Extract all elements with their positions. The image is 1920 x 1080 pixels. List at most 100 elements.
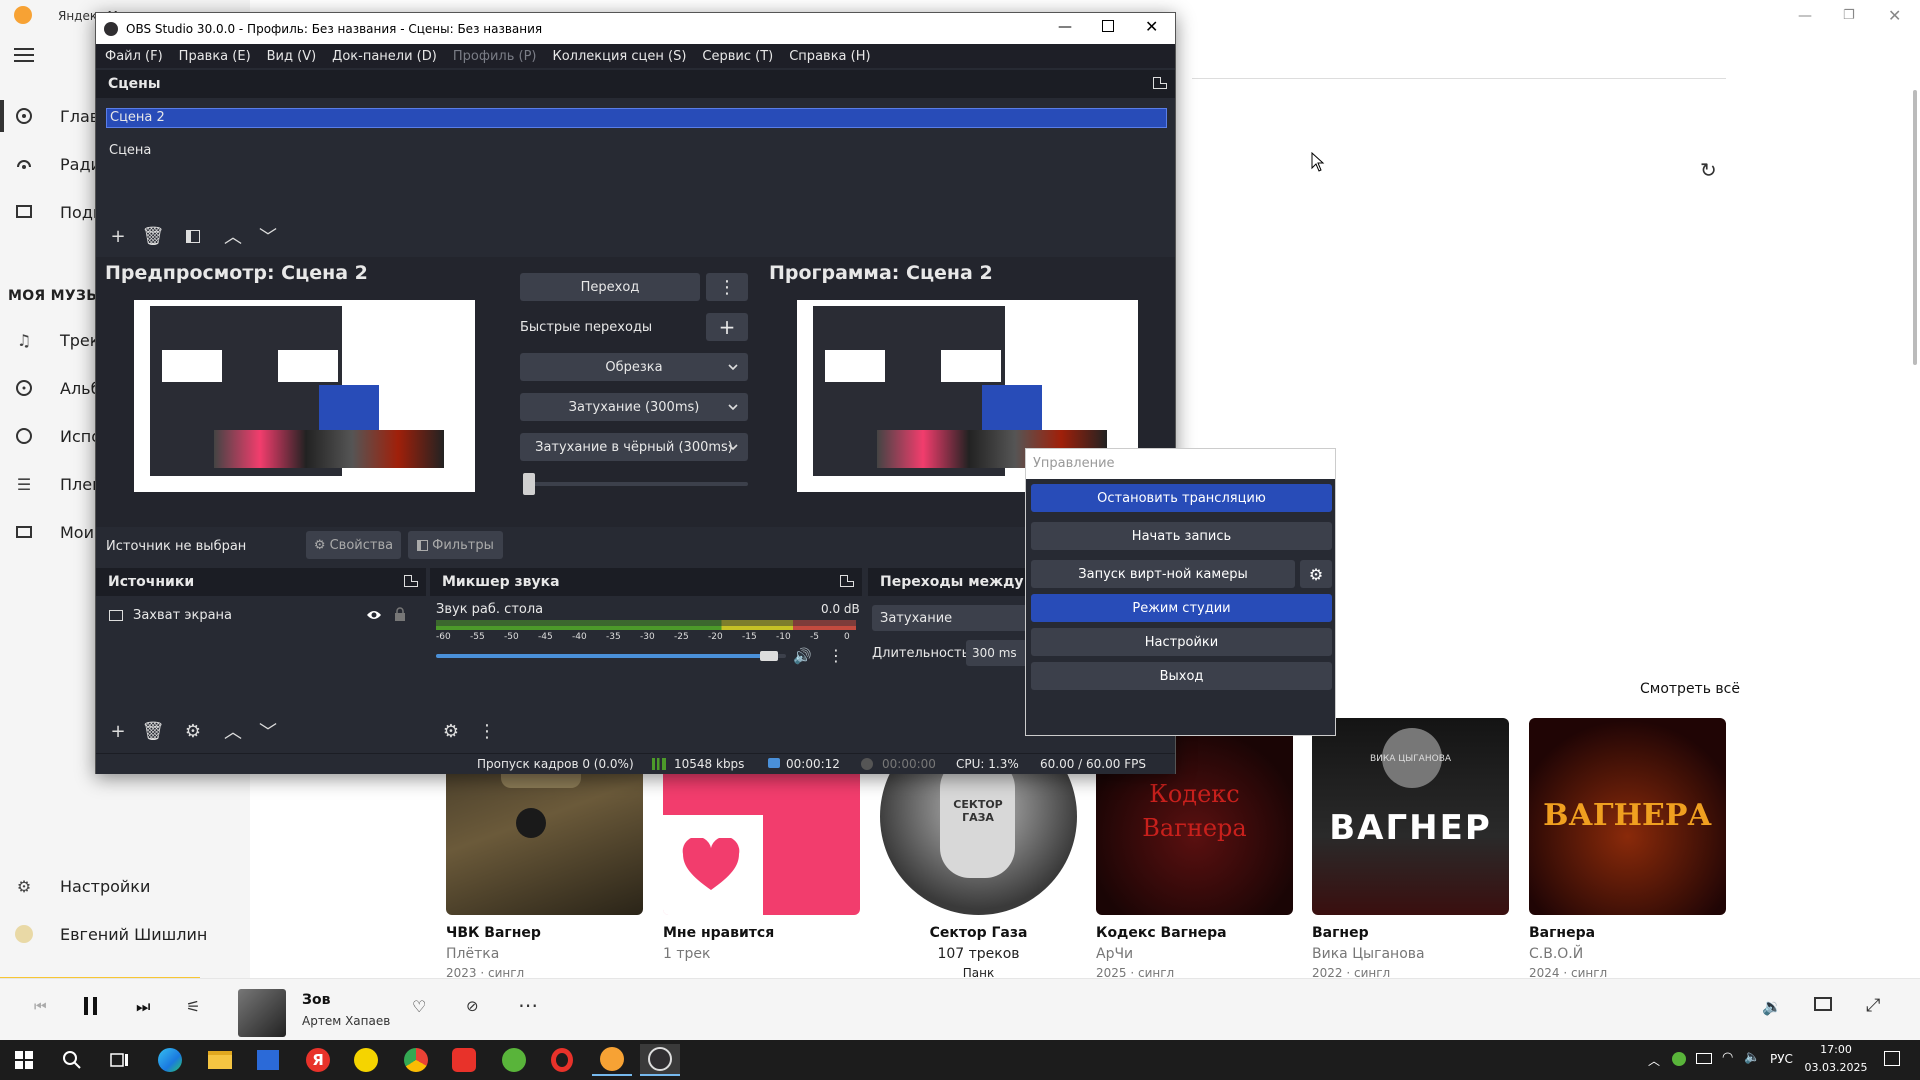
preview-canvas[interactable]: [134, 300, 475, 492]
start-recording-button[interactable]: Начать запись: [1031, 522, 1332, 550]
notifications-icon[interactable]: [1884, 1051, 1900, 1066]
lock-icon[interactable]: [394, 607, 406, 621]
mixer-menu-button[interactable]: ⋮: [474, 718, 500, 744]
chrome-icon[interactable]: [396, 1044, 436, 1076]
minimize-button[interactable]: —: [1058, 19, 1072, 35]
stop-streaming-button[interactable]: Остановить трансляцию: [1031, 484, 1332, 512]
source-item[interactable]: Захват экрана: [96, 603, 426, 627]
fullscreen-icon[interactable]: ⤢: [1866, 995, 1880, 1016]
advanced-audio-button[interactable]: ⚙: [438, 718, 464, 744]
app-icon[interactable]: [346, 1044, 386, 1076]
studio-mode-button[interactable]: Режим студии: [1031, 594, 1332, 622]
obs-taskbar-icon[interactable]: [640, 1044, 680, 1076]
settings-button[interactable]: Настройки: [1031, 628, 1332, 656]
scene-item[interactable]: Сцена: [109, 143, 151, 158]
yandex-browser-icon[interactable]: Я: [298, 1044, 338, 1076]
track-title[interactable]: Зов: [302, 992, 330, 1008]
speaker-icon[interactable]: 🔊: [793, 647, 812, 665]
sidebar-item-settings[interactable]: ⚙ Настройки: [0, 866, 250, 906]
transition-select[interactable]: Затухание: [872, 605, 1042, 631]
wifi-icon[interactable]: ◠: [1722, 1050, 1733, 1065]
store-icon[interactable]: [248, 1044, 288, 1076]
menu-edit[interactable]: Правка (E): [179, 49, 251, 64]
menu-docks[interactable]: Док-панели (D): [332, 49, 437, 64]
menu-profile[interactable]: Профиль (P): [453, 49, 537, 64]
dislike-icon[interactable]: ⊘: [466, 997, 479, 1015]
edge-icon[interactable]: [150, 1044, 190, 1076]
next-track-icon[interactable]: ⏭: [136, 997, 150, 1017]
move-source-down-button[interactable]: ﹀: [255, 718, 281, 744]
album-card[interactable]: ВИКА ЦЫГАНОВА ВАГНЕР Вагнер Вика Цыганов…: [1312, 718, 1509, 980]
restore-button[interactable]: ❐: [1843, 8, 1855, 23]
menu-tools[interactable]: Сервис (T): [702, 49, 773, 64]
properties-button[interactable]: ⚙ Свойства: [306, 531, 401, 559]
tbar-track[interactable]: [528, 482, 748, 486]
transition-menu-button[interactable]: ⋮: [706, 273, 748, 301]
scrollbar[interactable]: [1913, 90, 1917, 365]
language-indicator[interactable]: РУС: [1770, 1052, 1793, 1066]
like-icon[interactable]: ♡: [412, 997, 426, 1016]
undock-icon[interactable]: [404, 575, 418, 587]
transition-button[interactable]: Переход: [520, 273, 700, 301]
virtual-camera-settings-button[interactable]: ⚙: [1300, 560, 1332, 588]
virtual-camera-button[interactable]: Запуск вирт-ной камеры: [1031, 560, 1295, 588]
undock-icon[interactable]: [840, 575, 854, 587]
volume-slider[interactable]: [436, 651, 786, 661]
source-properties-button[interactable]: ⚙: [180, 718, 206, 744]
move-source-up-button[interactable]: ︿: [220, 718, 246, 744]
search-icon[interactable]: [52, 1044, 92, 1076]
maximize-button[interactable]: [1102, 20, 1114, 32]
refresh-icon[interactable]: ↻: [1700, 158, 1717, 182]
volume-slider-handle[interactable]: [759, 651, 778, 661]
opera-icon[interactable]: [542, 1044, 582, 1076]
speaker-icon[interactable]: 🔈: [1744, 1050, 1760, 1065]
menu-file[interactable]: Файл (F): [105, 49, 163, 64]
album-card[interactable]: ВАГНЕРА Вагнера С.В.О.Й 2024 · сингл: [1529, 718, 1726, 980]
equalizer-icon[interactable]: ⚟: [186, 997, 200, 1016]
start-button[interactable]: [4, 1044, 44, 1076]
remove-scene-button[interactable]: 🗑: [140, 223, 166, 249]
scene-filters-button[interactable]: [180, 223, 206, 249]
track-cover[interactable]: [238, 989, 286, 1037]
eye-icon[interactable]: [366, 609, 382, 621]
pause-button[interactable]: [84, 997, 98, 1015]
scene-item-selected[interactable]: Сцена 2: [106, 108, 1167, 128]
hamburger-menu-icon[interactable]: [14, 48, 34, 62]
close-button[interactable]: ✕: [1145, 17, 1158, 36]
volume-icon[interactable]: 🔉: [1762, 997, 1782, 1016]
tray-chevron-icon[interactable]: ︿: [1648, 1052, 1660, 1069]
task-view-icon[interactable]: [100, 1044, 140, 1076]
quick-transition-cut[interactable]: Обрезка: [520, 353, 748, 381]
filters-button[interactable]: Фильтры: [408, 531, 503, 559]
sidebar-user[interactable]: Евгений Шишлин: [0, 914, 250, 954]
obs-titlebar[interactable]: OBS Studio 30.0.0 - Профиль: Без названи…: [96, 13, 1175, 44]
clock-date[interactable]: 03.03.2025: [1800, 1061, 1872, 1074]
tray-app-icon[interactable]: [1672, 1052, 1686, 1066]
undock-icon[interactable]: [1153, 77, 1167, 89]
add-source-button[interactable]: +: [105, 718, 131, 744]
exit-button[interactable]: Выход: [1031, 662, 1332, 690]
file-explorer-icon[interactable]: [200, 1044, 240, 1076]
close-button[interactable]: ✕: [1888, 6, 1901, 25]
battery-icon[interactable]: [1696, 1053, 1712, 1064]
wps-icon[interactable]: [444, 1044, 484, 1076]
track-artist[interactable]: Артем Хапаев: [302, 1014, 390, 1028]
utorrent-icon[interactable]: [494, 1044, 534, 1076]
quick-transition-fade-black[interactable]: Затухание в чёрный (300ms): [520, 433, 748, 461]
move-up-button[interactable]: ︿: [220, 223, 246, 249]
see-all-link[interactable]: Смотреть всё: [1640, 681, 1740, 697]
add-quick-transition-button[interactable]: +: [706, 313, 748, 341]
mini-player-icon[interactable]: [1814, 997, 1832, 1011]
mixer-channel-menu[interactable]: ⋮: [824, 643, 848, 667]
remove-source-button[interactable]: 🗑: [140, 718, 166, 744]
quick-transition-fade[interactable]: Затухание (300ms): [520, 393, 748, 421]
clock-time[interactable]: 17:00: [1808, 1043, 1864, 1056]
menu-view[interactable]: Вид (V): [267, 49, 317, 64]
add-scene-button[interactable]: +: [105, 223, 131, 249]
minimize-button[interactable]: —: [1798, 8, 1812, 24]
previous-track-icon[interactable]: ⏮: [34, 999, 47, 1015]
menu-help[interactable]: Справка (H): [789, 49, 870, 64]
move-down-button[interactable]: ﹀: [255, 223, 281, 249]
tbar-handle[interactable]: [523, 473, 535, 495]
menu-scene-collection[interactable]: Коллекция сцен (S): [552, 49, 686, 64]
